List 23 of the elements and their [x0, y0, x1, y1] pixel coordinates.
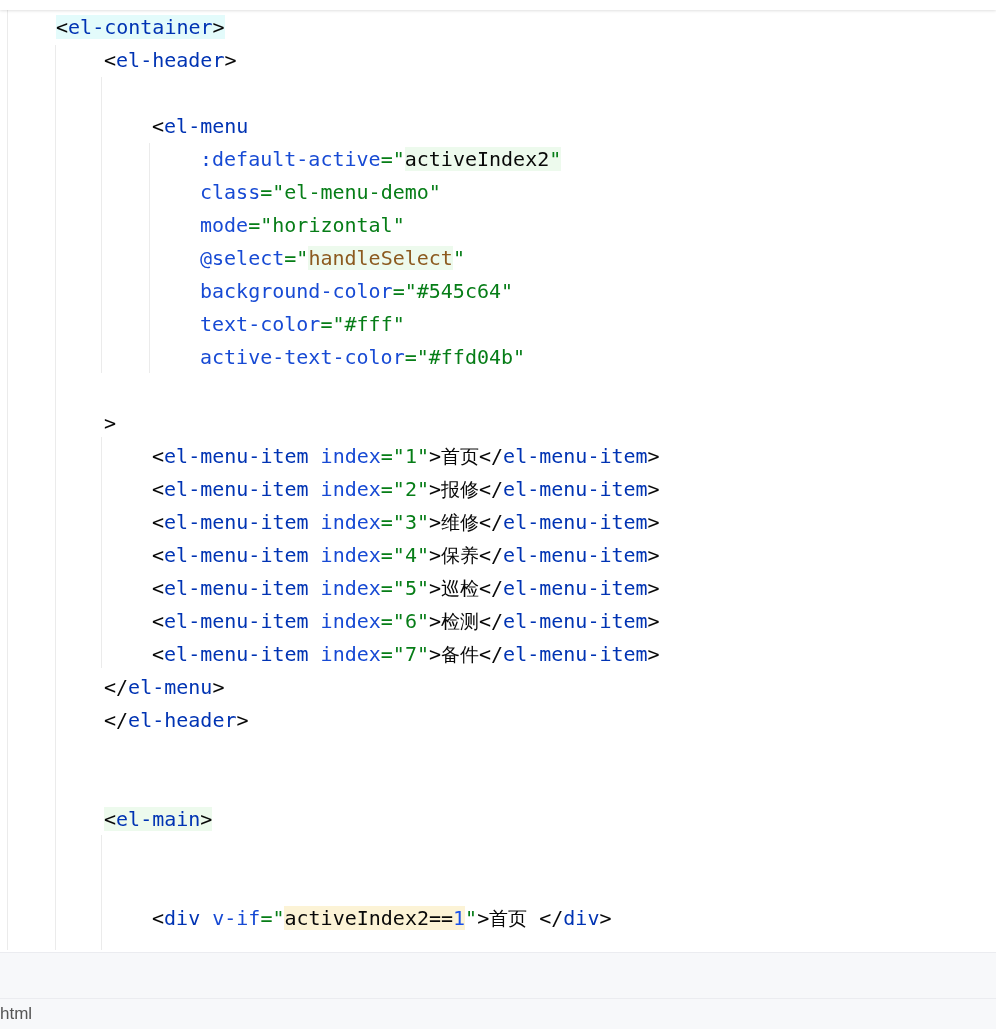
code-line: </el-header>	[104, 707, 249, 734]
code-line: text-color="#fff"	[200, 311, 405, 338]
code-line: background-color="#545c64"	[200, 278, 514, 305]
code-line: class="el-menu-demo"	[200, 179, 441, 206]
code-line: :default-active="activeIndex2"	[200, 146, 562, 173]
code-line: <el-header>	[104, 47, 237, 74]
code-line: <el-container>	[56, 14, 225, 41]
code-line: <el-menu-item index="7">备件</el-menu-item>	[152, 641, 660, 668]
code-line: <el-menu-item index="2">报修</el-menu-item>	[152, 476, 660, 503]
code-line: <el-menu-item index="4">保养</el-menu-item>	[152, 542, 660, 569]
code-line: <el-menu	[152, 113, 249, 140]
code-line: <el-main>	[104, 806, 213, 833]
code-line: >	[104, 410, 117, 437]
code-line: <el-menu-item index="3">维修</el-menu-item>	[152, 509, 660, 536]
code-line: <el-menu-item index="1">首页</el-menu-item>	[152, 443, 660, 470]
code-line: @select="handleSelect"	[200, 245, 465, 272]
code-line: active-text-color="#ffd04b"	[200, 344, 526, 371]
code-line: <div v-if="activeIndex2==1">首页 </div>	[152, 905, 612, 932]
code-line: <el-menu-item index="6">检测</el-menu-item>	[152, 608, 660, 635]
code-line: <el-menu-item index="5">巡检</el-menu-item>	[152, 575, 660, 602]
file-type-label: html	[0, 1004, 33, 1024]
code-line: </el-menu>	[104, 674, 225, 701]
code-line: mode="horizontal"	[200, 212, 405, 239]
